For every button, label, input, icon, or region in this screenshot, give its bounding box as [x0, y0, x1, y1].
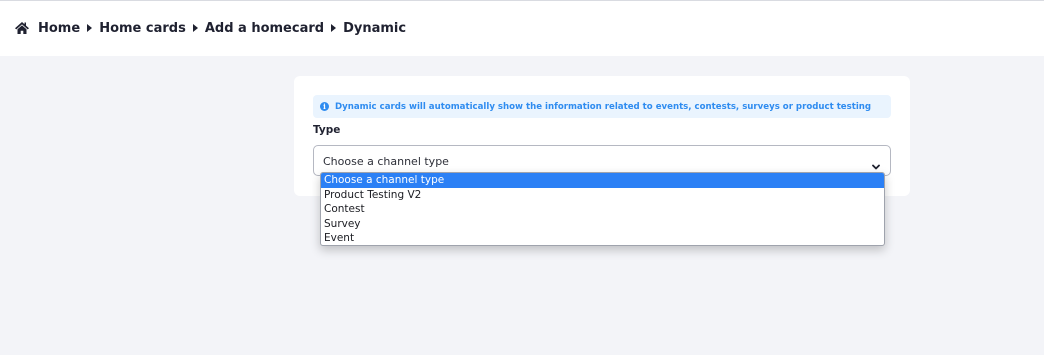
option-contest[interactable]: Contest: [321, 202, 884, 217]
breadcrumb: Home Home cards Add a homecard Dynamic: [14, 19, 406, 37]
chevron-down-icon: [872, 156, 880, 170]
breadcrumb-separator-icon: [87, 24, 93, 32]
option-event[interactable]: Event: [321, 231, 884, 245]
breadcrumb-item-home-cards[interactable]: Home cards: [99, 21, 186, 36]
breadcrumb-item-add-homecard[interactable]: Add a homecard: [205, 21, 324, 36]
select-value: Choose a channel type: [323, 155, 449, 168]
breadcrumb-item-dynamic: Dynamic: [343, 20, 407, 36]
home-icon[interactable]: [14, 21, 30, 35]
type-label: Type: [313, 124, 341, 136]
breadcrumb-separator-icon: [192, 24, 198, 32]
info-text: Dynamic cards will automatically show th…: [335, 101, 872, 112]
breadcrumb-separator-icon: [331, 24, 337, 32]
option-choose-channel-type[interactable]: Choose a channel type: [321, 173, 884, 188]
info-icon: i: [320, 102, 329, 111]
channel-type-dropdown: Choose a channel type Product Testing V2…: [320, 172, 885, 246]
info-alert: i Dynamic cards will automatically show …: [313, 95, 891, 118]
option-product-testing-v2[interactable]: Product Testing V2: [321, 188, 884, 203]
breadcrumb-item-home[interactable]: Home: [38, 21, 80, 36]
top-header: Home Home cards Add a homecard Dynamic: [0, 0, 1044, 56]
option-survey[interactable]: Survey: [321, 217, 884, 232]
